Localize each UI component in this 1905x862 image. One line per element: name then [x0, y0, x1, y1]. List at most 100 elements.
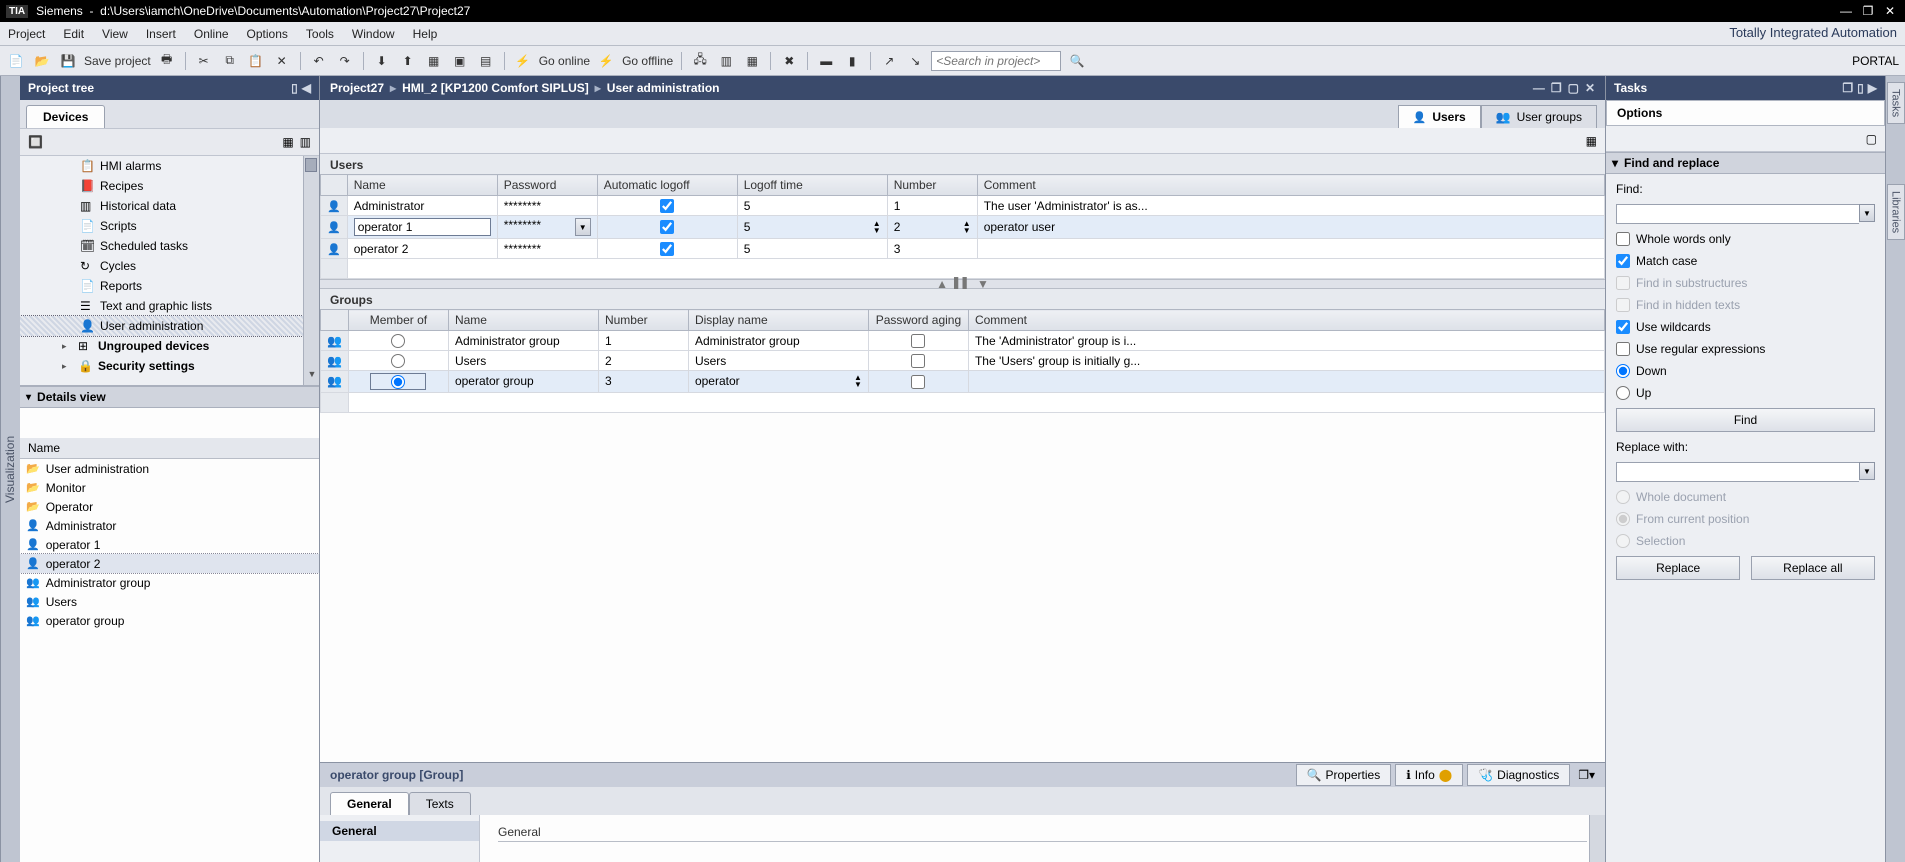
- copy-icon[interactable]: ⧉: [220, 51, 240, 71]
- password-dropdown-icon[interactable]: ▼: [575, 218, 591, 236]
- collapse-left-icon[interactable]: ◀: [302, 81, 311, 95]
- side-tab-visualization[interactable]: Visualization: [0, 76, 20, 862]
- cell-autologoff[interactable]: [597, 239, 737, 259]
- menu-tools[interactable]: Tools: [306, 27, 334, 41]
- cell-autologoff[interactable]: [597, 216, 737, 239]
- close-button[interactable]: ✕: [1881, 4, 1899, 18]
- find-replace-header[interactable]: ▾ Find and replace: [1606, 152, 1885, 174]
- scroll-thumb[interactable]: [305, 158, 317, 172]
- tree-tool-nav-icon[interactable]: 🔲: [28, 135, 43, 149]
- save-icon[interactable]: 💾: [58, 51, 78, 71]
- tree-item[interactable]: ▸🔒Security settings: [20, 356, 319, 376]
- details-row[interactable]: 📂Monitor: [20, 478, 319, 497]
- details-col-name[interactable]: Name: [20, 438, 319, 459]
- replace-input[interactable]: [1616, 462, 1859, 482]
- tb-icon-3[interactable]: ↗: [879, 51, 899, 71]
- users-row[interactable]: 👤********▼5▲▼2▲▼operator user: [321, 216, 1605, 239]
- inspector-restore-icon[interactable]: ❐: [1578, 768, 1589, 782]
- tab-users[interactable]: 👤Users: [1398, 105, 1481, 128]
- menu-options[interactable]: Options: [247, 27, 288, 41]
- cell-logoff[interactable]: 5: [737, 196, 887, 216]
- undo-icon[interactable]: ↶: [309, 51, 329, 71]
- regex-checkbox[interactable]: Use regular expressions: [1616, 342, 1875, 356]
- tree-item[interactable]: ↻Cycles: [20, 256, 319, 276]
- cell-autologoff[interactable]: [597, 196, 737, 216]
- member-radio[interactable]: [391, 375, 405, 389]
- side-tab-tasks[interactable]: Tasks: [1887, 82, 1905, 124]
- spinner-icon[interactable]: ▲▼: [854, 374, 862, 388]
- maximize-button[interactable]: ❐: [1859, 4, 1877, 18]
- editor-tool-icon[interactable]: ▦: [1586, 134, 1597, 148]
- tab-diagnostics[interactable]: 🩺Diagnostics: [1467, 764, 1570, 786]
- download-icon[interactable]: ⬇: [372, 51, 392, 71]
- menu-view[interactable]: View: [102, 27, 128, 41]
- spinner-icon[interactable]: ▲▼: [873, 220, 881, 234]
- groups-row[interactable]: 👥operator group3operator▲▼: [321, 371, 1605, 393]
- cell-number[interactable]: 3: [598, 371, 688, 393]
- details-view-header[interactable]: ▾ Details view: [20, 386, 319, 408]
- direction-up-radio[interactable]: Up: [1616, 386, 1875, 400]
- details-row[interactable]: 📂User administration: [20, 459, 319, 478]
- groups-col-member[interactable]: Member of: [348, 310, 448, 331]
- cell-aging[interactable]: [868, 371, 968, 393]
- tree-item[interactable]: 🗓Scheduled tasks: [20, 236, 319, 256]
- cell-name[interactable]: [347, 216, 497, 239]
- accessible-devices-icon[interactable]: 🖧: [690, 51, 710, 71]
- user-name-input[interactable]: [354, 218, 491, 236]
- subtab-texts[interactable]: Texts: [409, 792, 471, 815]
- details-row[interactable]: 👥Users: [20, 592, 319, 611]
- paste-icon[interactable]: 📋: [246, 51, 266, 71]
- cell-password[interactable]: ********: [497, 239, 597, 259]
- cell-number[interactable]: 3: [887, 239, 977, 259]
- editor-close-icon[interactable]: ✕: [1585, 81, 1595, 95]
- go-online-label[interactable]: Go online: [539, 54, 590, 68]
- h-splitter[interactable]: ▲▌▌▼: [320, 279, 1605, 289]
- scroll-down-icon[interactable]: ▼: [304, 369, 319, 385]
- minimize-button[interactable]: —: [1837, 4, 1855, 18]
- groups-row[interactable]: 👥Administrator group1Administrator group…: [321, 331, 1605, 351]
- replace-dropdown-icon[interactable]: ▼: [1859, 462, 1875, 480]
- cell-number[interactable]: 2▲▼: [887, 216, 977, 239]
- groups-col-name[interactable]: Name: [448, 310, 598, 331]
- cell-name[interactable]: operator group: [448, 371, 598, 393]
- find-dropdown-icon[interactable]: ▼: [1859, 204, 1875, 222]
- cell-logoff[interactable]: 5: [737, 239, 887, 259]
- cell-member[interactable]: [348, 371, 448, 393]
- crumb-page[interactable]: User administration: [607, 81, 720, 95]
- match-case-checkbox[interactable]: Match case: [1616, 254, 1875, 268]
- simulate-icon[interactable]: ▣: [450, 51, 470, 71]
- cell-display[interactable]: Administrator group: [688, 331, 868, 351]
- cell-logoff[interactable]: 5▲▼: [737, 216, 887, 239]
- tasks-collapse-icon[interactable]: ▶: [1868, 81, 1877, 95]
- users-col-logofftime[interactable]: Logoff time: [737, 175, 887, 196]
- details-row[interactable]: 👤operator 2: [20, 554, 319, 573]
- replace-button[interactable]: Replace: [1616, 556, 1740, 580]
- users-add-new[interactable]: [321, 259, 1605, 279]
- replace-all-button[interactable]: Replace all: [1751, 556, 1875, 580]
- tree-item[interactable]: ☰Text and graphic lists: [20, 296, 319, 316]
- tasks-pin-icon[interactable]: ▯: [1857, 81, 1864, 95]
- subtab-general[interactable]: General: [330, 792, 409, 815]
- pin-icon[interactable]: ▯: [291, 81, 298, 95]
- cell-name[interactable]: Users: [448, 351, 598, 371]
- cell-name[interactable]: Administrator: [347, 196, 497, 216]
- tab-info[interactable]: ℹInfo⬤: [1395, 764, 1463, 786]
- direction-down-radio[interactable]: Down: [1616, 364, 1875, 378]
- options-header[interactable]: Options: [1606, 100, 1885, 126]
- cell-member[interactable]: [348, 331, 448, 351]
- tree-item[interactable]: 👤User administration: [20, 316, 319, 336]
- cross-ref-icon[interactable]: ✖: [779, 51, 799, 71]
- compile-icon[interactable]: ▦: [424, 51, 444, 71]
- cell-number[interactable]: 1: [598, 331, 688, 351]
- cell-comment[interactable]: [977, 239, 1604, 259]
- search-icon[interactable]: 🔍: [1067, 51, 1087, 71]
- tree-tool-2-icon[interactable]: ▥: [300, 135, 311, 149]
- cut-icon[interactable]: ✂: [194, 51, 214, 71]
- editor-restore-icon[interactable]: ❐: [1551, 81, 1562, 95]
- cell-aging[interactable]: [868, 331, 968, 351]
- member-radio[interactable]: [391, 334, 405, 348]
- stop-icon[interactable]: ▤: [476, 51, 496, 71]
- details-row[interactable]: 👤Administrator: [20, 516, 319, 535]
- whole-words-checkbox[interactable]: Whole words only: [1616, 232, 1875, 246]
- wildcards-checkbox[interactable]: Use wildcards: [1616, 320, 1875, 334]
